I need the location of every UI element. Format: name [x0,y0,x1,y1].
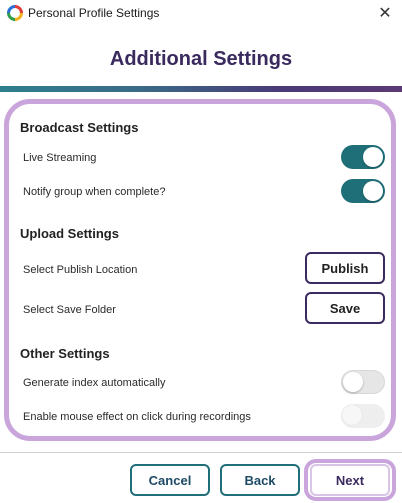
next-button[interactable]: Next [310,464,390,496]
generate-index-toggle[interactable] [341,370,385,394]
mouse-effect-toggle[interactable] [341,404,385,428]
notify-group-toggle[interactable] [341,179,385,203]
save-button[interactable]: Save [305,292,385,324]
save-folder-label: Select Save Folder [23,304,116,316]
toggle-knob [342,405,362,425]
mouse-effect-label: Enable mouse effect on click during reco… [23,411,251,423]
notify-group-label: Notify group when complete? [23,186,166,198]
title-bar: Personal Profile Settings ✕ [0,0,402,26]
app-logo-icon [7,5,23,21]
page-title: Additional Settings [109,48,293,70]
close-icon: ✕ [378,5,392,22]
window-title: Personal Profile Settings [28,6,160,20]
other-settings-title: Other Settings [20,346,110,361]
broadcast-settings-title: Broadcast Settings [20,120,139,135]
upload-settings-title: Upload Settings [20,226,119,241]
live-streaming-label: Live Streaming [23,152,97,164]
toggle-knob [343,372,363,392]
header-accent-bar [0,86,402,92]
settings-panel: Broadcast Settings Live Streaming Notify… [4,99,396,441]
cancel-button[interactable]: Cancel [130,464,210,496]
toggle-knob [363,147,383,167]
publish-location-label: Select Publish Location [23,264,138,276]
publish-button[interactable]: Publish [305,252,385,284]
back-button[interactable]: Back [220,464,300,496]
generate-index-label: Generate index automatically [23,377,166,389]
live-streaming-toggle[interactable] [341,145,385,169]
footer-divider [0,452,402,453]
next-button-highlight: Next [304,459,396,501]
close-button[interactable]: ✕ [374,2,396,24]
toggle-knob [363,181,383,201]
